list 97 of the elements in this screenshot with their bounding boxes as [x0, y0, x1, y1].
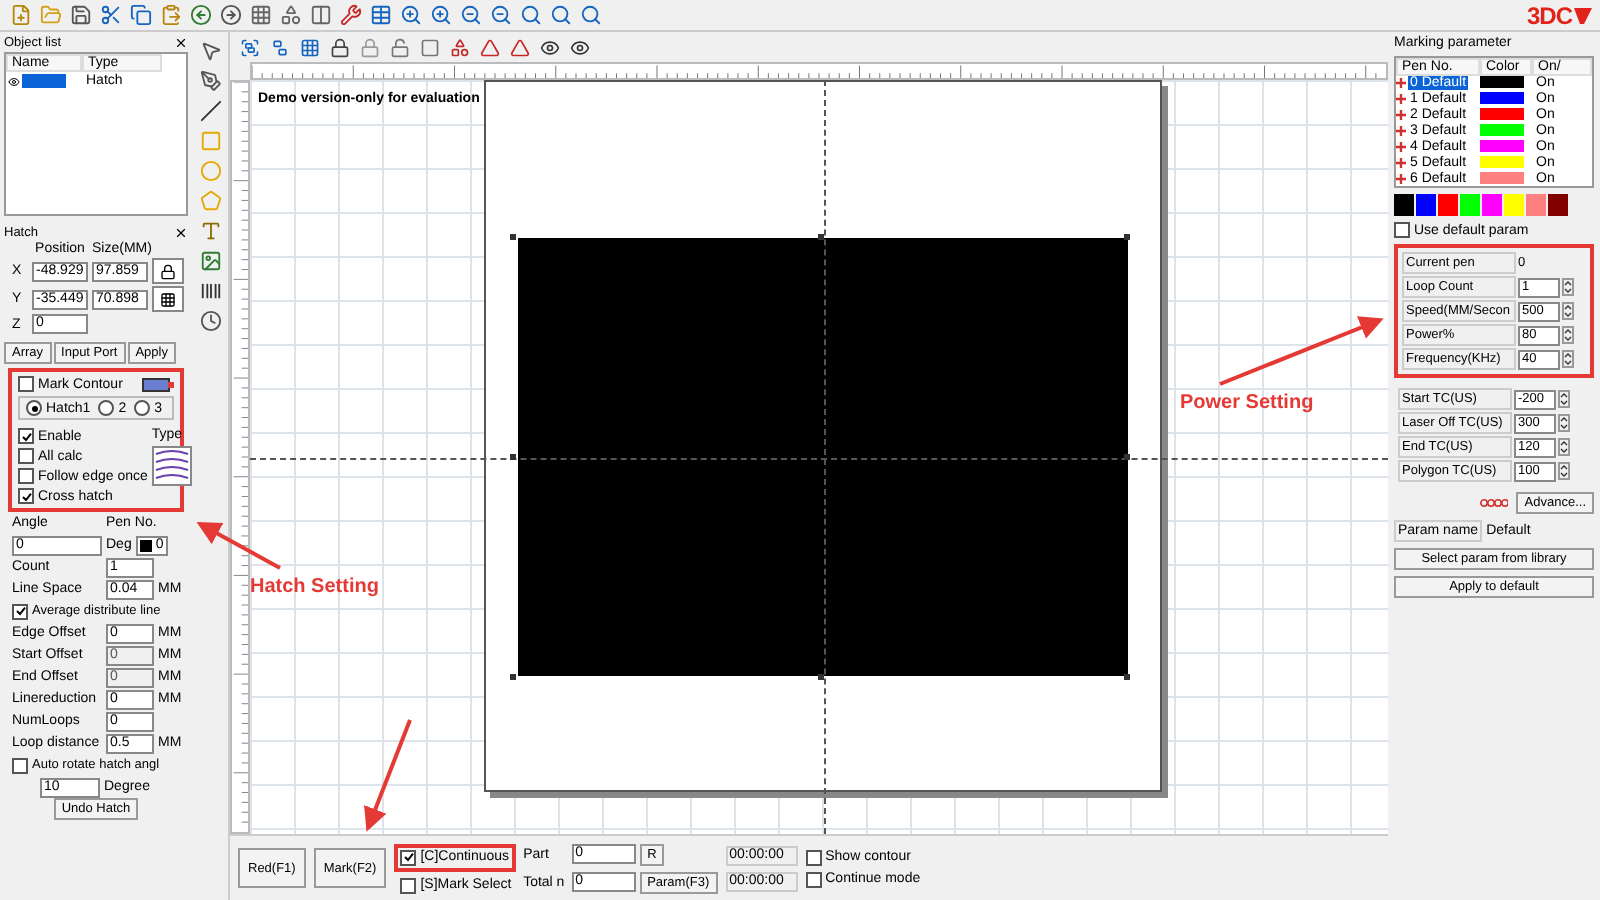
image-icon[interactable] [199, 250, 221, 272]
search-icon[interactable] [518, 3, 542, 27]
lock-icon[interactable] [328, 35, 352, 59]
save-icon[interactable] [68, 3, 92, 27]
zoom-out-icon[interactable] [458, 3, 482, 27]
lock-icon[interactable] [152, 258, 184, 284]
spinner-icon [1562, 350, 1574, 368]
checkbox[interactable] [400, 877, 417, 893]
plus-icon [1396, 93, 1406, 103]
spinner-icon [1558, 438, 1570, 456]
eye-icon[interactable] [538, 35, 562, 59]
selection-handle[interactable] [509, 233, 516, 240]
tools-icon[interactable] [338, 3, 362, 27]
checkbox[interactable] [400, 849, 417, 865]
selection-handle[interactable] [1123, 233, 1130, 240]
selection-handle[interactable] [817, 233, 824, 240]
search-icon[interactable] [548, 3, 572, 27]
color-swatch[interactable] [1394, 194, 1414, 216]
eye-icon [8, 75, 20, 87]
back-icon[interactable] [188, 3, 212, 27]
zoom-out-icon[interactable] [488, 3, 512, 27]
annotation-text: Power Setting [1180, 392, 1314, 414]
triangle-icon[interactable] [478, 35, 502, 59]
color-swatch[interactable] [1438, 194, 1458, 216]
forward-icon[interactable] [218, 3, 242, 27]
radio-button[interactable] [98, 400, 115, 416]
eye-icon[interactable] [568, 35, 592, 59]
checkbox[interactable] [18, 488, 34, 504]
name-cell[interactable] [22, 74, 66, 88]
close-icon[interactable] [174, 36, 188, 50]
radio-button[interactable] [26, 400, 42, 416]
plus-icon [1396, 173, 1406, 183]
group-icon[interactable] [238, 35, 262, 59]
plus-icon [1396, 141, 1406, 151]
checkbox[interactable] [18, 448, 34, 464]
checkbox[interactable] [12, 603, 28, 619]
checkbox[interactable] [18, 428, 34, 444]
shapes-icon[interactable] [448, 35, 472, 59]
spinner-icon [1562, 278, 1574, 296]
selection-handle[interactable] [1123, 453, 1130, 460]
shapes-icon[interactable] [278, 3, 302, 27]
columns-icon[interactable] [308, 3, 332, 27]
color-swatch[interactable] [1460, 194, 1480, 216]
color-swatch[interactable] [1548, 194, 1568, 216]
plus-icon [1396, 157, 1406, 167]
zoom-in-icon[interactable] [428, 3, 452, 27]
pointer-icon[interactable] [199, 40, 221, 62]
frame-icon[interactable] [418, 35, 442, 59]
copy-icon[interactable] [128, 3, 152, 27]
paste-icon[interactable] [158, 3, 182, 27]
text-icon[interactable] [199, 220, 221, 242]
logo: 3DC [1526, 1, 1592, 29]
barcode-icon[interactable] [199, 280, 221, 302]
spinner-icon [1558, 414, 1570, 432]
selection-handle[interactable] [817, 673, 824, 680]
close-icon[interactable] [174, 226, 188, 240]
contour-icon [142, 377, 174, 391]
checkbox[interactable] [805, 849, 822, 865]
clock-icon[interactable] [199, 310, 221, 332]
plus-icon [1396, 109, 1406, 119]
ungroup-icon[interactable] [268, 35, 292, 59]
spinner-icon [1562, 302, 1574, 320]
color-swatch[interactable] [1504, 194, 1524, 216]
spinner-icon [1558, 462, 1570, 480]
selection-handle[interactable] [509, 673, 516, 680]
color-swatch[interactable] [1526, 194, 1546, 216]
line-icon[interactable] [199, 100, 221, 122]
unlock-icon[interactable] [388, 35, 412, 59]
color-swatch[interactable] [1482, 194, 1502, 216]
pen-icon[interactable] [199, 70, 221, 92]
plus-icon [1396, 77, 1406, 87]
zoom-in-icon[interactable] [398, 3, 422, 27]
cut-icon[interactable] [98, 3, 122, 27]
circles-icon [1480, 498, 1509, 508]
checkbox[interactable] [18, 376, 34, 392]
dotted-grid-icon[interactable] [248, 3, 272, 27]
hatch-type-icon[interactable] [151, 446, 192, 486]
dotted-grid-icon[interactable] [298, 35, 322, 59]
selection-handle[interactable] [509, 453, 516, 460]
grid-icon[interactable] [152, 286, 184, 312]
checkbox[interactable] [12, 757, 28, 773]
search-icon[interactable] [578, 3, 602, 27]
checkbox[interactable] [805, 871, 822, 887]
plus-icon [1396, 125, 1406, 135]
color-swatch[interactable] [1416, 194, 1436, 216]
new-file-icon[interactable] [8, 3, 32, 27]
spinner-icon [1562, 326, 1574, 344]
selection-handle[interactable] [1123, 673, 1130, 680]
checkbox[interactable] [1394, 222, 1410, 238]
table-icon[interactable] [368, 3, 392, 27]
radio-button[interactable] [134, 400, 151, 416]
checkbox[interactable] [18, 468, 34, 484]
arrow [364, 719, 412, 832]
triangle-icon[interactable] [508, 35, 532, 59]
annotation-text: Hatch Setting [250, 576, 379, 598]
arrow [196, 522, 281, 570]
spinner-icon [1558, 390, 1570, 408]
